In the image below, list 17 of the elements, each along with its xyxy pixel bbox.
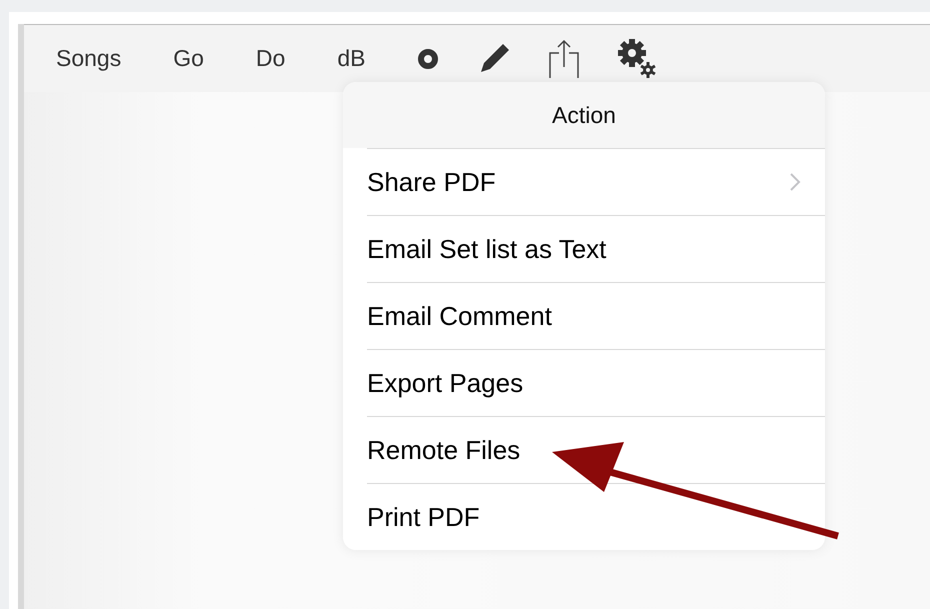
settings-button[interactable]	[617, 38, 658, 80]
settings-icon	[617, 38, 658, 80]
popover-title: Action	[552, 102, 616, 128]
menu-item[interactable]: Email Set list as Text	[343, 216, 825, 282]
toolbar-button[interactable]: Songs	[56, 45, 122, 72]
record-icon	[417, 48, 440, 70]
toolbar-button[interactable]: Go	[173, 45, 204, 72]
record-button[interactable]	[417, 48, 440, 70]
toolbar-button[interactable]: Do	[256, 45, 286, 72]
menu-item[interactable]: Email Comment	[343, 283, 825, 349]
toolbar-button[interactable]: dB	[337, 45, 366, 72]
share-icon	[549, 38, 580, 78]
menu-item[interactable]: Share PDF	[343, 149, 825, 215]
menu-item[interactable]: Print PDF	[343, 484, 825, 550]
share-button[interactable]	[549, 38, 580, 78]
menu-item[interactable]: Export Pages	[343, 350, 825, 416]
menu-item[interactable]: Remote Files	[343, 417, 825, 483]
